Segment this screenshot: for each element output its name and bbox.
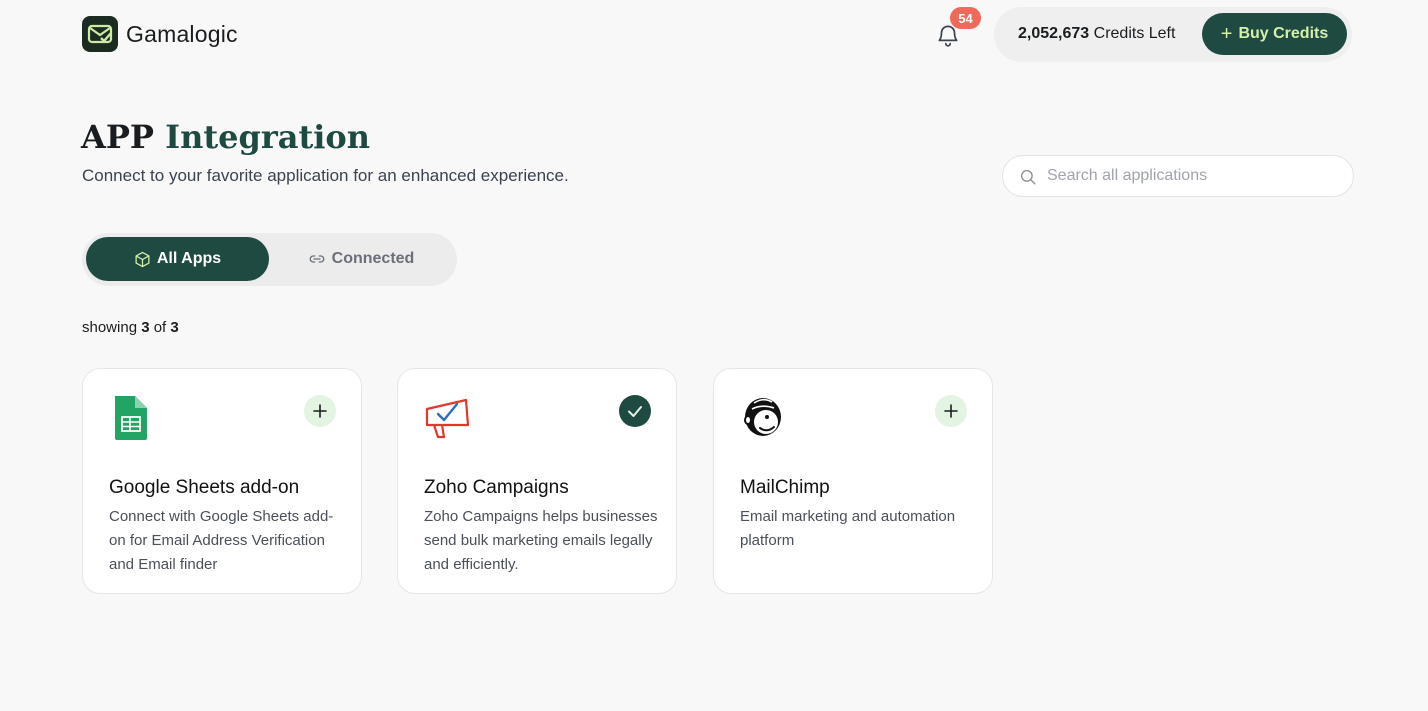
plus-icon: +: [1220, 23, 1233, 45]
tab-connected-label: Connected: [331, 250, 415, 267]
search-box: [1002, 155, 1354, 197]
cube-icon: [135, 251, 150, 267]
plus-icon: [313, 404, 327, 418]
plus-icon: [944, 404, 958, 418]
page-title-part2: Integration: [165, 118, 370, 156]
google-sheets-icon: [115, 396, 147, 440]
showing-count: 3: [141, 319, 150, 336]
link-icon: [309, 255, 325, 263]
connected-check-button[interactable]: [619, 395, 651, 427]
showing-prefix: showing: [82, 319, 142, 336]
credits-amount: 2,052,673: [1018, 25, 1090, 42]
results-count: showing 3 of 3: [82, 319, 179, 336]
page-title: APP Integration: [81, 118, 370, 156]
search-icon: [1020, 169, 1036, 185]
app-card-google-sheets[interactable]: Google Sheets add-on Connect with Google…: [82, 368, 362, 594]
credits-left: 2,052,673 Credits Left: [1018, 25, 1175, 43]
zoho-campaigns-icon: [425, 398, 470, 439]
brand-name: Gamalogic: [126, 20, 238, 47]
notification-count-badge: 54: [950, 7, 981, 29]
tab-connected[interactable]: Connected: [269, 237, 453, 281]
buy-credits-button[interactable]: + Buy Credits: [1202, 13, 1347, 55]
app-card-description: Email marketing and automation platform: [740, 508, 956, 549]
app-card-description: Zoho Campaigns helps businesses send bul…: [424, 508, 658, 573]
app-card-title: Google Sheets add-on: [109, 477, 300, 498]
app-card-mailchimp[interactable]: MailChimp Email marketing and automation…: [713, 368, 993, 594]
search-input[interactable]: [1047, 156, 1337, 196]
check-icon: [628, 406, 642, 417]
tab-all-apps-label: All Apps: [156, 250, 222, 267]
buy-credits-label: Buy Credits: [1238, 25, 1329, 42]
tab-all-apps[interactable]: All Apps: [86, 237, 269, 281]
showing-total: 3: [170, 319, 179, 336]
mailchimp-icon: [744, 398, 781, 436]
add-mailchimp-button[interactable]: [935, 395, 967, 427]
app-card-zoho-campaigns[interactable]: Zoho Campaigns Zoho Campaigns helps busi…: [397, 368, 677, 594]
page-title-part1: APP: [81, 118, 166, 156]
app-card-title: MailChimp: [740, 477, 830, 498]
envelope-check-logo-icon: [82, 16, 118, 52]
logo[interactable]: Gamalogic: [82, 16, 238, 52]
page-subtitle: Connect to your favorite application for…: [82, 166, 569, 185]
showing-of: of: [149, 319, 171, 336]
app-card-description: Connect with Google Sheets add-on for Em…: [109, 508, 334, 573]
credits-label: Credits Left: [1089, 25, 1176, 42]
app-card-title: Zoho Campaigns: [424, 477, 569, 498]
add-google-sheets-button[interactable]: [304, 395, 336, 427]
